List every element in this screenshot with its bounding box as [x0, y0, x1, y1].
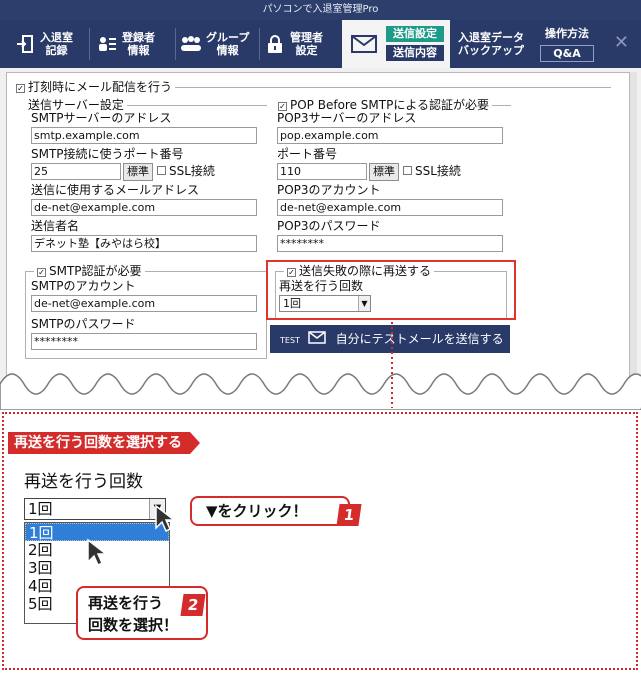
test-prefix: TEST — [280, 336, 300, 345]
toolbar-entry-record-button[interactable]: 入退室 記録 — [14, 26, 90, 62]
pop-password-input[interactable]: ******** — [277, 235, 503, 252]
smtp-address-input[interactable]: smtp.example.com — [31, 127, 257, 144]
toolbar-label: 情報 — [127, 44, 150, 57]
smtp-account-label: SMTPのアカウント — [31, 279, 136, 293]
door-exit-icon — [14, 33, 36, 55]
howto-button[interactable]: 操作方法 — [540, 26, 594, 43]
pop-ssl-checkbox[interactable] — [403, 166, 412, 175]
pop-address-input[interactable]: pop.example.com — [277, 127, 503, 144]
callout-select-line2: 回数を選択！ — [88, 616, 179, 634]
smtp-account-input[interactable]: de-net@example.com — [31, 295, 257, 312]
pop-port-input[interactable]: 110 — [277, 163, 367, 180]
tab-send-settings[interactable]: 送信設定 — [386, 26, 444, 42]
send-mail-label: 打刻時にメール配信を行う — [28, 80, 173, 94]
app-window: パソコンで入退室管理Pro 入退室 記録 登録者 情報 グループ 情報 管理者 … — [0, 0, 641, 400]
window-title: パソコンで入退室管理Pro — [0, 0, 641, 20]
step-number-1: 1 — [336, 504, 362, 526]
toolbar-label: 設定 — [295, 44, 318, 57]
test-button-label: 自分にテストメールを送信する — [335, 332, 504, 346]
zoom-resend-select[interactable]: 1回 ▼ — [24, 498, 166, 520]
person-list-icon — [96, 33, 118, 55]
lock-icon — [264, 33, 286, 55]
toolbar-group-button[interactable]: グループ 情報 — [180, 26, 260, 62]
send-test-mail-button[interactable]: TEST 自分にテストメールを送信する — [270, 325, 510, 353]
toolbar-label: 入退室 — [40, 31, 73, 44]
group-icon — [180, 33, 202, 55]
toolbar-label: 管理者 — [290, 31, 323, 44]
resend-highlight-frame — [266, 260, 516, 320]
sender-name-input[interactable]: デネット塾【みやはら校】 — [31, 235, 257, 252]
callout-click-arrow: ▼をクリック！ — [190, 496, 350, 526]
smtp-auth-checkbox[interactable]: ✓ — [37, 268, 46, 277]
toolbar-label: 登録者 — [122, 31, 155, 44]
toolbar-label: グループ — [206, 31, 250, 44]
callout-click-text: ▼をクリック！ — [206, 502, 308, 520]
from-address-input[interactable]: de-net@example.com — [31, 199, 257, 216]
smtp-ssl-label: SSL接続 — [169, 164, 215, 178]
scrollbar[interactable] — [629, 72, 637, 400]
toolbar-admin-button[interactable]: 管理者 設定 — [264, 26, 336, 62]
tab-send-content[interactable]: 送信内容 — [386, 45, 444, 61]
pop-address-label: POP3サーバーのアドレス — [277, 111, 417, 125]
cut-wave — [0, 373, 641, 410]
zoom-resend-label: 再送を行う回数 — [24, 472, 143, 492]
envelope-icon — [351, 34, 377, 57]
pop-before-smtp-checkbox[interactable]: ✓ — [278, 102, 287, 111]
smtp-address-label: SMTPサーバーのアドレス — [31, 111, 172, 125]
toolbar-label: 情報 — [216, 44, 239, 57]
smtp-port-input[interactable]: 25 — [31, 163, 121, 180]
pop-before-smtp-label: POP Before SMTPによる認証が必要 — [290, 98, 489, 112]
sender-name-label: 送信者名 — [31, 219, 80, 233]
callout-select-line1: 再送を行う — [88, 594, 164, 612]
pop-account-input[interactable]: de-net@example.com — [277, 199, 503, 216]
envelope-icon — [307, 326, 326, 354]
smtp-standard-button[interactable]: 標準 — [123, 163, 153, 181]
send-mail-checkbox[interactable]: ✓ — [16, 84, 25, 93]
toolbar: 入退室 記録 登録者 情報 グループ 情報 管理者 設定 送信設定 送信内容 入… — [0, 20, 641, 68]
toolbar-registrant-button[interactable]: 登録者 情報 — [96, 26, 176, 62]
toolbar-mail-button[interactable]: 送信設定 送信内容 — [342, 20, 450, 68]
toolbar-label: バックアップ — [458, 44, 524, 57]
pop-standard-button[interactable]: 標準 — [369, 163, 399, 181]
qa-button[interactable]: Q&A — [540, 45, 594, 62]
smtp-password-input[interactable]: ******** — [31, 333, 257, 350]
zoom-panel: 再送を行う回数を選択する 再送を行う回数 1回 ▼ 1回 2回 3回 4回 5回… — [2, 412, 638, 670]
smtp-ssl-checkbox[interactable] — [157, 166, 166, 175]
from-address-label: 送信に使用するメールアドレス — [31, 183, 200, 197]
step-number-2: 2 — [180, 594, 206, 616]
toolbar-label: 記録 — [45, 44, 68, 57]
smtp-auth-label: SMTP認証が必要 — [49, 264, 142, 278]
toolbar-backup-button[interactable]: 入退室データ バックアップ — [458, 26, 532, 62]
close-icon[interactable]: ✕ — [614, 33, 629, 53]
pop-account-label: POP3のアカウント — [277, 183, 381, 197]
zoom-title: 再送を行う回数を選択する — [8, 432, 200, 454]
cursor-arrow-icon — [155, 504, 176, 533]
pop-password-label: POP3のパスワード — [277, 219, 381, 233]
smtp-port-label: SMTP接続に使うポート番号 — [31, 147, 184, 161]
zoom-selected-value: 1回 — [28, 500, 53, 518]
pop-ssl-label: SSL接続 — [415, 164, 461, 178]
smtp-password-label: SMTPのパスワード — [31, 317, 136, 331]
toolbar-label: 入退室データ — [458, 31, 524, 44]
cursor-arrow-icon — [87, 538, 108, 567]
pop-port-label: ポート番号 — [277, 147, 338, 161]
